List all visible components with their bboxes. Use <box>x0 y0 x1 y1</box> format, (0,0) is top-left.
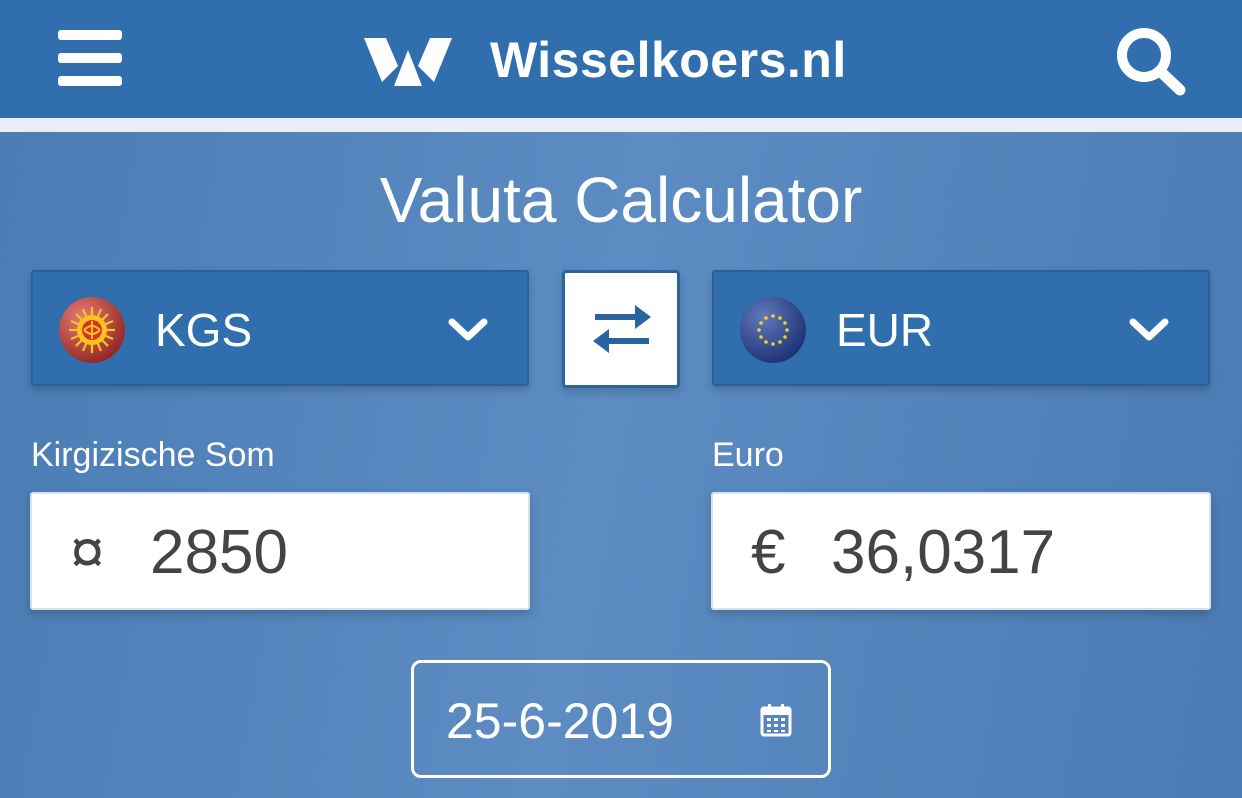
chevron-down-icon <box>1129 318 1169 341</box>
from-amount-field[interactable]: ¤ 2850 <box>30 492 530 610</box>
to-currency-select[interactable]: EUR <box>712 270 1210 386</box>
date-value: 25-6-2019 <box>446 693 674 749</box>
from-currency-select[interactable]: KGS <box>31 270 529 386</box>
kyrgyzstan-flag-icon <box>59 297 125 363</box>
top-navigation-bar: Wisselkoers.nl <box>0 0 1242 118</box>
search-icon[interactable] <box>1114 26 1188 96</box>
chevron-down-icon <box>448 318 488 341</box>
to-currency-code: EUR <box>836 304 934 356</box>
from-currency-code: KGS <box>155 304 253 356</box>
to-amount-value: 36,0317 <box>831 518 1056 587</box>
swap-currencies-button[interactable] <box>562 270 680 388</box>
from-currency-symbol: ¤ <box>70 518 105 587</box>
eu-flag-icon <box>740 297 806 363</box>
logo-text: Wisselkoers.nl <box>490 32 847 88</box>
hamburger-menu-icon[interactable] <box>58 30 122 86</box>
calendar-icon <box>760 704 792 737</box>
logo-mark-icon <box>364 38 452 86</box>
site-logo[interactable]: Wisselkoers.nl <box>364 30 847 90</box>
to-currency-name: Euro <box>712 436 784 474</box>
page-title: Valuta Calculator <box>379 164 863 236</box>
to-amount-field[interactable]: € 36,0317 <box>711 492 1211 610</box>
from-currency-name: Kirgizische Som <box>31 436 275 474</box>
from-amount-value: 2850 <box>150 518 288 587</box>
to-currency-symbol: € <box>751 518 786 587</box>
date-picker[interactable]: 25-6-2019 <box>411 660 831 778</box>
swap-arrows-icon <box>593 305 651 353</box>
header-divider <box>0 118 1242 132</box>
